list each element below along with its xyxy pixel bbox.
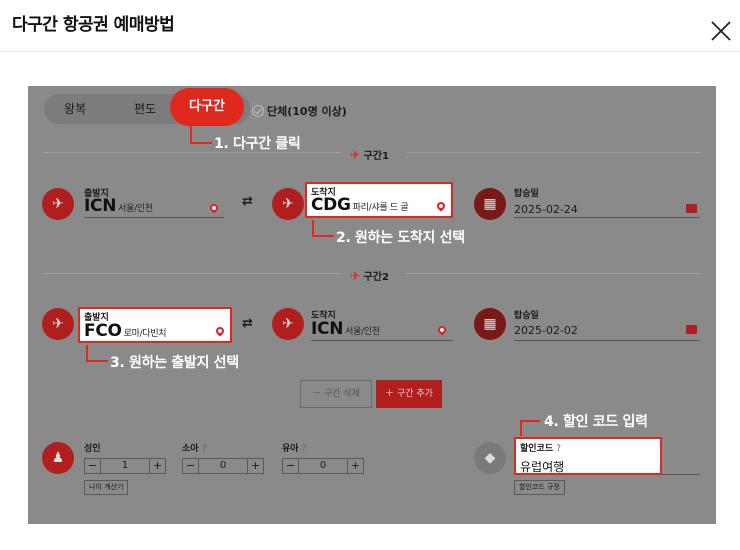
date-field-seg2[interactable]: 2025-02-02 [514, 324, 578, 337]
destination-field-seg2[interactable]: ICN 서울/인천 [311, 319, 380, 339]
date-label: 탑승일 [514, 189, 539, 199]
origin-field-seg2[interactable]: 출발지 FCO 로마/다빈치 [78, 307, 232, 343]
arrival-plane-icon: ✈ [272, 308, 304, 340]
airplane-icon: ✈ [350, 269, 361, 283]
annotation-step1: 1. 다구간 클릭 [214, 136, 301, 152]
check-icon [252, 105, 264, 117]
delete-segment-button[interactable]: － 구간 삭제 [300, 380, 372, 408]
booking-screenshot: 왕복 편도 다구간 단체(10명 이상) 1. 다구간 클릭 ✈ 구간1 ✈ 출… [28, 86, 716, 524]
segment-1-label: ✈ 구간1 [350, 148, 389, 162]
infant-stepper[interactable]: − 0 + [282, 458, 364, 474]
field-underline [311, 340, 453, 341]
calendar-small-icon[interactable] [686, 204, 697, 213]
tab-oneway[interactable]: 편도 [120, 94, 170, 124]
annotation-line [86, 360, 108, 362]
minus-button[interactable]: − [85, 459, 101, 473]
destination-value: CDG 파리/샤를 드 골 [311, 195, 409, 215]
discount-code-value: 유럽여행 [520, 460, 565, 474]
plus-button[interactable]: + [247, 459, 263, 473]
field-underline [514, 217, 700, 218]
plus-button[interactable]: + [347, 459, 363, 473]
infant-label: 유아 ? [282, 444, 307, 454]
calendar-icon: ▦ [474, 308, 506, 340]
swap-icon[interactable]: ⇄ [242, 316, 253, 331]
date-label: 탑승일 [514, 311, 539, 321]
destination-field-seg1[interactable]: 도착지 CDG 파리/샤를 드 골 [305, 182, 453, 218]
departure-plane-icon: ✈ [42, 308, 74, 340]
plus-button[interactable]: + [149, 459, 165, 473]
tab-multi-city[interactable]: 다구간 [170, 88, 244, 126]
add-segment-button[interactable]: ＋ 구간 추가 [376, 380, 442, 408]
location-pin-icon [208, 202, 220, 214]
child-count: 0 [219, 460, 227, 471]
segment-2-label: ✈ 구간2 [350, 269, 389, 283]
annotation-step4: 4. 할인 코드 입력 [544, 414, 648, 430]
age-calculator-button[interactable]: 나이 계산기 [84, 480, 129, 495]
segment-divider [406, 152, 702, 153]
segment-divider [406, 273, 702, 274]
field-underline [514, 340, 700, 341]
minus-button[interactable]: − [183, 459, 199, 473]
location-pin-icon [214, 325, 226, 337]
close-icon[interactable] [708, 18, 734, 44]
annotation-line [520, 420, 522, 436]
group-booking-label: 단체(10명 이상) [267, 105, 347, 118]
origin-value: FCO 로마/다빈치 [84, 321, 167, 341]
tab-roundtrip[interactable]: 왕복 [50, 94, 100, 124]
person-icon: ♟ [42, 442, 74, 474]
origin-field-seg1[interactable]: ICN 서울/인천 [84, 196, 153, 216]
help-icon[interactable]: ? [302, 444, 307, 454]
annotation-line [312, 235, 334, 237]
swap-icon[interactable]: ⇄ [242, 194, 253, 209]
airplane-icon: ✈ [350, 148, 361, 162]
help-icon[interactable]: ? [202, 444, 207, 454]
date-field-seg1[interactable]: 2025-02-24 [514, 203, 578, 216]
annotation-line [190, 142, 212, 144]
field-underline [662, 474, 700, 475]
group-booking-checkbox[interactable]: 단체(10명 이상) [252, 103, 347, 119]
child-label: 소아 ? [182, 444, 207, 454]
discount-rules-button[interactable]: 할인코드 규정 [514, 480, 565, 495]
segment-divider [42, 273, 342, 274]
adult-count: 1 [121, 460, 129, 471]
segment-divider [42, 152, 342, 153]
tag-icon: ◆ [474, 442, 506, 474]
adult-label: 성인 [84, 444, 101, 454]
location-pin-icon [436, 324, 448, 336]
annotation-step2: 2. 원하는 도착지 선택 [336, 230, 465, 246]
annotation-line [520, 420, 540, 422]
infant-count: 0 [319, 460, 327, 471]
modal-header: 다구간 항공권 예매방법 [0, 0, 740, 52]
help-icon[interactable]: ? [556, 444, 561, 454]
child-stepper[interactable]: − 0 + [182, 458, 264, 474]
departure-plane-icon: ✈ [42, 188, 74, 220]
location-pin-icon [435, 200, 447, 212]
calendar-icon: ▦ [474, 188, 506, 220]
minus-button[interactable]: − [283, 459, 299, 473]
arrival-plane-icon: ✈ [272, 188, 304, 220]
calendar-small-icon[interactable] [686, 325, 697, 334]
field-underline [84, 217, 224, 218]
annotation-step3: 3. 원하는 출발지 선택 [110, 355, 239, 371]
modal-title: 다구간 항공권 예매방법 [12, 15, 175, 35]
discount-code-label: 할인코드 ? [520, 444, 562, 454]
discount-code-field[interactable]: 할인코드 ? 유럽여행 [514, 437, 662, 475]
adult-stepper[interactable]: − 1 + [84, 458, 166, 474]
